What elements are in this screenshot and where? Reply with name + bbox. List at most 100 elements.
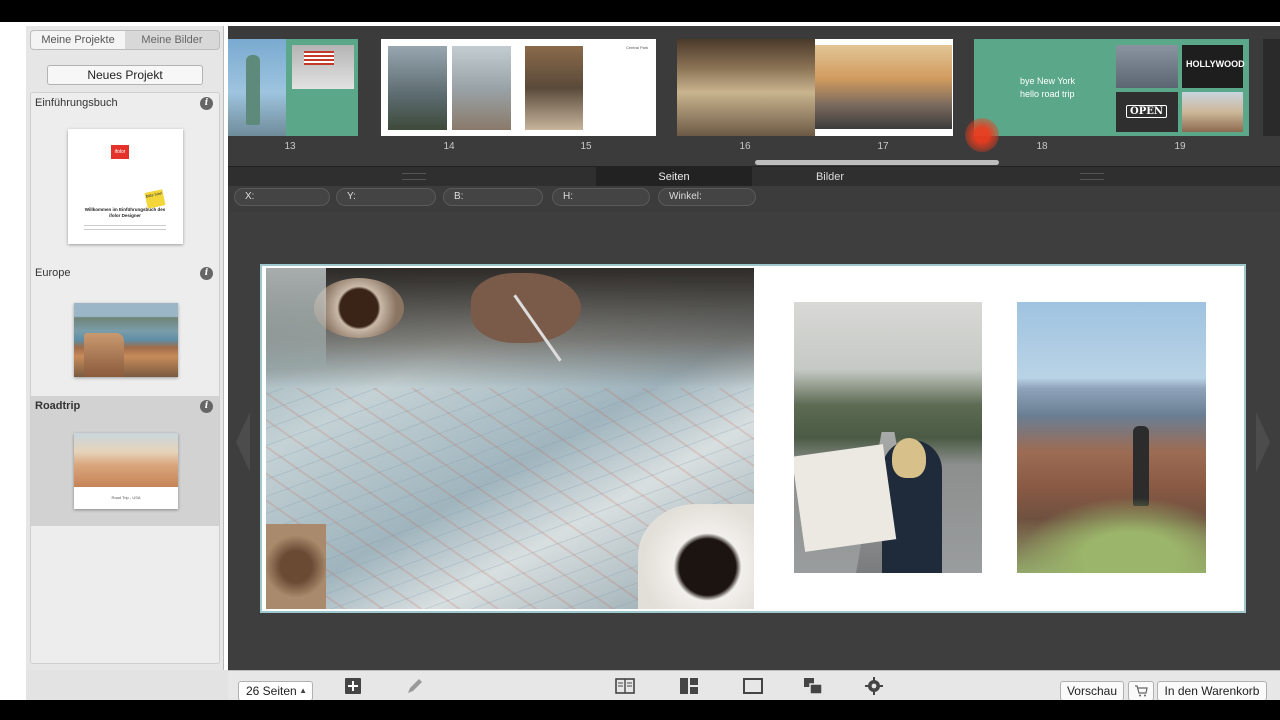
book-view-icon[interactable]	[614, 677, 636, 697]
coffee-cup-bottom	[638, 504, 754, 609]
person-hair	[892, 438, 926, 478]
project-thumbnail[interactable]: Road Trip - USA	[74, 433, 178, 509]
stairs-photo	[525, 46, 583, 130]
cover-title: Willkommen im Einführungsbuch des ifolor…	[84, 207, 166, 218]
page-number: 13	[284, 141, 296, 152]
angle-field[interactable]: Winkel:	[658, 188, 756, 206]
page-number: 17	[877, 141, 889, 152]
tab-meine-bilder[interactable]: Meine Bilder	[125, 31, 219, 49]
open-sign-photo: OPEN	[1116, 92, 1178, 132]
city-photo	[388, 46, 447, 130]
flag-photo	[292, 45, 354, 89]
project-item-europe[interactable]: Europe i	[31, 263, 219, 396]
cover-body-lines	[84, 225, 166, 230]
canyon-photo	[1182, 92, 1243, 132]
page-number: 19	[1174, 141, 1186, 152]
project-name: Einführungsbuch	[35, 97, 118, 109]
page18-text: bye New York hello road trip	[1020, 76, 1076, 99]
page-number: 14	[443, 141, 455, 152]
page-number: 16	[739, 141, 751, 152]
x-field[interactable]: X:	[234, 188, 330, 206]
map-photo[interactable]	[266, 268, 754, 609]
edit-icon[interactable]	[404, 677, 426, 697]
info-icon[interactable]: i	[200, 267, 213, 280]
settings-icon[interactable]	[863, 677, 885, 697]
editor-area: 13 Central Park 14 15 16 17 bye New York	[228, 26, 1280, 670]
page-thumb-14-15[interactable]: Central Park	[381, 39, 656, 136]
water-glass	[266, 268, 326, 368]
page-thumb-18-19[interactable]: bye New York hello road trip HOLLYWOOD O…	[974, 39, 1249, 136]
page-thumb-partial[interactable]	[1263, 39, 1280, 136]
preview-button[interactable]: Vorschau	[1060, 681, 1124, 701]
next-page-arrow-icon[interactable]	[1256, 412, 1270, 472]
project-title: Einführungsbuch i	[31, 93, 219, 113]
project-thumbnail[interactable]	[74, 303, 178, 377]
tab-bilder[interactable]: Bilder	[752, 167, 908, 187]
view-switcher-bar: Seiten Bilder	[228, 166, 1280, 187]
project-title: Roadtrip i	[31, 396, 219, 416]
resize-grip-icon[interactable]	[402, 173, 426, 180]
height-field[interactable]: H:	[552, 188, 650, 206]
canyon-hiker-photo[interactable]	[1017, 302, 1206, 573]
view-tabs: Seiten Bilder	[596, 167, 908, 187]
cart-icon[interactable]	[1128, 681, 1154, 701]
title-bar	[0, 0, 1280, 22]
layout-icon[interactable]	[678, 677, 700, 697]
project-name: Europe	[35, 267, 71, 279]
cover-caption: Road Trip - USA	[111, 495, 141, 500]
coffee-cup-top	[314, 278, 404, 338]
projects-sidebar: Meine Projekte Meine Bilder Neues Projek…	[26, 26, 224, 670]
sidebar-tabs: Meine Projekte Meine Bilder	[30, 30, 220, 50]
foreground-plant	[1017, 497, 1206, 573]
y-field[interactable]: Y:	[336, 188, 436, 206]
sidebar-footer	[26, 670, 228, 700]
info-icon[interactable]: i	[200, 400, 213, 413]
desert-photo	[74, 433, 178, 487]
previous-page-arrow-icon[interactable]	[236, 412, 250, 472]
new-project-button[interactable]: Neues Projekt	[47, 65, 203, 85]
paper-map	[794, 444, 897, 552]
app-window: Meine Projekte Meine Bilder Neues Projek…	[0, 0, 1280, 720]
mouse-cursor-highlight	[965, 118, 999, 152]
statue-photo	[228, 39, 286, 136]
bottom-letterbox	[0, 700, 1280, 720]
tab-meine-projekte[interactable]: Meine Projekte	[31, 31, 125, 49]
page-caption: Central Park	[626, 45, 649, 50]
page-thumb-16-17[interactable]	[677, 39, 953, 136]
tab-seiten[interactable]: Seiten	[596, 167, 752, 187]
sticker-note: Bitte hier!	[144, 189, 166, 209]
page-number: 15	[580, 141, 592, 152]
add-to-cart-button[interactable]: In den Warenkorb	[1157, 681, 1267, 701]
page-count-select[interactable]: 26 Seiten ▲▼	[238, 681, 313, 713]
project-thumbnail[interactable]: ifolor Bitte hier! Willkommen im Einführ…	[68, 129, 183, 244]
hollywood-photo: HOLLYWOOD	[1182, 45, 1245, 88]
info-icon[interactable]: i	[200, 97, 213, 110]
resize-grip-icon[interactable]	[1080, 173, 1104, 180]
project-item-einfuehrungsbuch[interactable]: Einführungsbuch i ifolor Bitte hier! Wil…	[31, 93, 219, 263]
road-photo[interactable]	[794, 302, 982, 573]
properties-bar: X: Y: B: H: Winkel:	[228, 186, 1280, 212]
strip-scrollbar[interactable]	[755, 160, 999, 165]
single-page-icon[interactable]	[742, 677, 764, 697]
bridge-photo	[452, 46, 511, 130]
station-photo	[677, 39, 815, 136]
project-name: Roadtrip	[35, 400, 81, 412]
photo-laptop	[1116, 45, 1178, 88]
project-list: Einführungsbuch i ifolor Bitte hier! Wil…	[30, 92, 220, 664]
add-page-icon[interactable]	[342, 677, 364, 697]
page-strip[interactable]: 13 Central Park 14 15 16 17 bye New York	[228, 26, 1280, 166]
page-spread[interactable]	[260, 264, 1246, 613]
logo-icon: ifolor	[111, 145, 129, 159]
cliff-houses	[84, 333, 124, 377]
page-number: 18	[1036, 141, 1048, 152]
arrange-icon[interactable]	[802, 677, 824, 697]
width-field[interactable]: B:	[443, 188, 543, 206]
project-title: Europe i	[31, 263, 219, 283]
cup-left	[266, 524, 326, 609]
bottom-toolbar: 26 Seiten ▲▼	[228, 670, 1280, 713]
page-thumb-13[interactable]	[228, 39, 358, 136]
hiker	[1133, 426, 1149, 506]
spread-canvas[interactable]	[228, 212, 1280, 670]
skyline-photo	[815, 45, 952, 129]
project-item-roadtrip[interactable]: Roadtrip i Road Trip - USA	[31, 396, 219, 526]
